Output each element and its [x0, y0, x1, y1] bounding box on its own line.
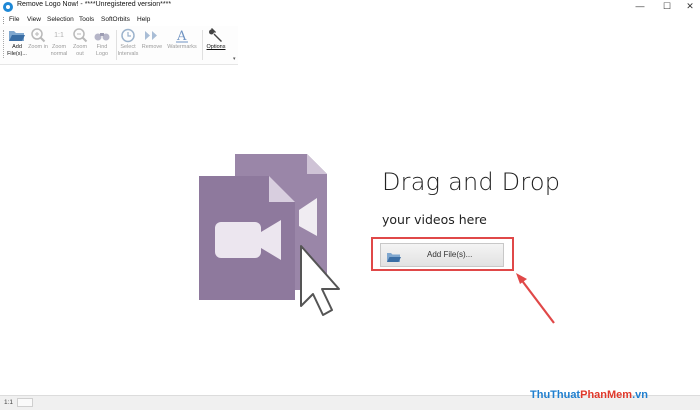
- minimize-button[interactable]: —: [630, 0, 650, 14]
- video-files-illustration: [199, 154, 340, 316]
- watermark-part-2: PhanMem: [580, 389, 633, 401]
- zoom-in-tool[interactable]: Zoom in: [28, 28, 48, 62]
- binoculars-icon: [93, 28, 111, 43]
- zoom-in-icon: [29, 28, 47, 43]
- zoom-out-icon: [71, 28, 89, 43]
- add-files-button-label: Add File(s)...: [427, 250, 473, 259]
- zoom-normal-icon: 1:1: [54, 32, 64, 39]
- zoom-normal-tool[interactable]: 1:1 Zoom normal: [48, 28, 70, 62]
- watermark-part-3: .vn: [632, 389, 648, 401]
- drop-title: Drag and Drop: [382, 168, 561, 196]
- options-tool-label: Options: [206, 44, 226, 50]
- status-field: [17, 398, 33, 407]
- select-intervals-tool[interactable]: Select Intervals: [117, 28, 139, 62]
- zoom-out-tool-label: Zoom out: [72, 44, 88, 57]
- maximize-button[interactable]: ☐: [657, 0, 677, 14]
- toolbar: Add File(s)... Zoom in 1:1 Zoom normal Z…: [0, 26, 238, 65]
- remove-tool-label: Remove: [141, 44, 163, 50]
- clock-icon: [119, 28, 137, 43]
- menu-grip: [3, 17, 6, 24]
- watermarks-tool[interactable]: A Watermarks: [165, 28, 199, 62]
- add-files-tool-label: Add File(s)...: [7, 44, 27, 57]
- menu-file[interactable]: File: [9, 16, 19, 23]
- remove-tool[interactable]: Remove: [141, 28, 163, 62]
- toolbar-overflow-icon[interactable]: ▾: [233, 56, 236, 62]
- menu-bar: File View Selection Tools SoftOrbits Hel…: [0, 14, 700, 26]
- find-logo-tool[interactable]: Find Logo: [92, 28, 112, 62]
- wrench-icon: [207, 28, 225, 43]
- arrows-icon: [143, 28, 161, 43]
- drop-subtitle: your videos here: [382, 212, 487, 227]
- select-intervals-tool-label: Select Intervals: [117, 44, 139, 57]
- watermarks-tool-label: Watermarks: [167, 44, 197, 50]
- menu-view[interactable]: View: [27, 16, 41, 23]
- svg-text:A: A: [176, 29, 187, 43]
- add-files-button[interactable]: Add File(s)...: [380, 243, 504, 267]
- letter-a-icon: A: [173, 28, 191, 44]
- options-tool[interactable]: Options: [204, 28, 228, 62]
- folder-open-icon: [8, 28, 26, 43]
- pointer-arrow: [516, 273, 555, 324]
- find-logo-tool-label: Find Logo: [95, 44, 109, 57]
- add-files-tool[interactable]: Add File(s)...: [6, 28, 28, 62]
- close-button[interactable]: ✕: [680, 0, 700, 14]
- watermark-part-1: ThuThuat: [530, 389, 581, 401]
- status-zoom: 1:1: [4, 399, 14, 406]
- window-title: Remove Logo Now! - ****Unregistered vers…: [17, 1, 172, 8]
- app-icon: [3, 2, 13, 12]
- title-bar: Remove Logo Now! - ****Unregistered vers…: [0, 0, 700, 14]
- menu-softorbits[interactable]: SoftOrbits: [101, 16, 130, 23]
- toolbar-separator-2: [202, 30, 203, 60]
- folder-icon: [387, 250, 401, 262]
- zoom-normal-tool-label: Zoom normal: [50, 44, 68, 57]
- drop-zone[interactable]: [0, 65, 700, 395]
- menu-selection[interactable]: Selection: [47, 16, 74, 23]
- zoom-out-tool[interactable]: Zoom out: [70, 28, 90, 62]
- menu-help[interactable]: Help: [137, 16, 150, 23]
- zoom-in-tool-label: Zoom in: [28, 44, 48, 50]
- menu-tools[interactable]: Tools: [79, 16, 94, 23]
